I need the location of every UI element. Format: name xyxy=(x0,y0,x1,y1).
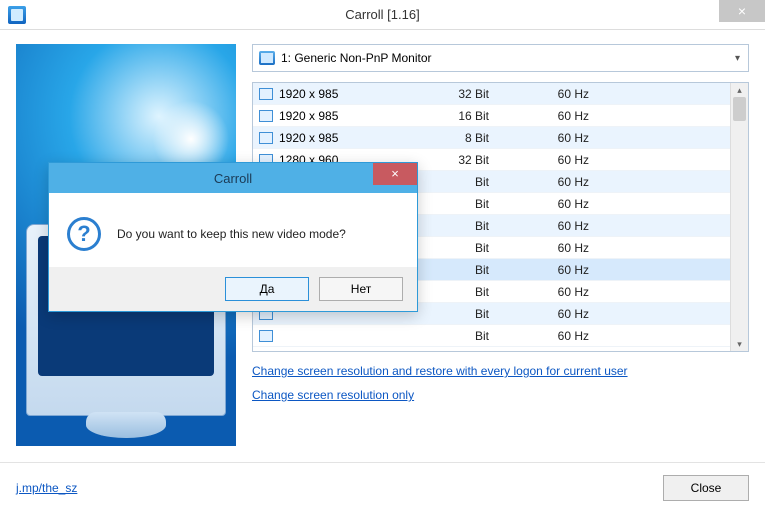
resolution-row[interactable]: Bit60 Hz xyxy=(253,325,730,347)
monitor-select-value: 1: Generic Non-PnP Monitor xyxy=(281,51,432,65)
link-change-only[interactable]: Change screen resolution only xyxy=(252,388,749,402)
refresh-rate-value: 60 Hz xyxy=(529,241,639,255)
dialog-message: Do you want to keep this new video mode? xyxy=(117,227,346,241)
resolution-value: 1920 x 985 xyxy=(279,131,419,145)
resolution-row[interactable]: 1920 x 98532 Bit60 Hz xyxy=(253,83,730,105)
dialog-title: Carroll xyxy=(49,171,417,186)
bit-depth-value: 32 Bit xyxy=(419,153,529,167)
bit-depth-value: Bit xyxy=(419,241,529,255)
window-titlebar: Carroll [1.16] × xyxy=(0,0,765,30)
no-button[interactable]: Нет xyxy=(319,277,403,301)
refresh-rate-value: 60 Hz xyxy=(529,329,639,343)
close-button[interactable]: Close xyxy=(663,475,749,501)
bit-depth-value: Bit xyxy=(419,329,529,343)
refresh-rate-value: 60 Hz xyxy=(529,131,639,145)
scrollbar[interactable]: ▴ ▾ xyxy=(730,83,748,351)
bit-depth-value: 16 Bit xyxy=(419,109,529,123)
window-title: Carroll [1.16] xyxy=(0,7,765,22)
monitor-icon xyxy=(259,51,275,65)
resolution-row[interactable]: 1920 x 98516 Bit60 Hz xyxy=(253,105,730,127)
site-link[interactable]: j.mp/the_sz xyxy=(16,481,77,495)
confirm-dialog: Carroll × ? Do you want to keep this new… xyxy=(48,162,418,312)
question-icon: ? xyxy=(67,217,101,251)
bit-depth-value: Bit xyxy=(419,219,529,233)
refresh-rate-value: 60 Hz xyxy=(529,285,639,299)
bit-depth-value: 8 Bit xyxy=(419,131,529,145)
refresh-rate-value: 60 Hz xyxy=(529,307,639,321)
bit-depth-value: Bit xyxy=(419,197,529,211)
resolution-icon xyxy=(259,330,273,342)
window-close-button[interactable]: × xyxy=(719,0,765,22)
dialog-body: ? Do you want to keep this new video mod… xyxy=(49,193,417,267)
dialog-close-button[interactable]: × xyxy=(373,163,417,185)
resolution-icon xyxy=(259,132,273,144)
refresh-rate-value: 60 Hz xyxy=(529,263,639,277)
scroll-up-icon[interactable]: ▴ xyxy=(731,83,748,97)
refresh-rate-value: 60 Hz xyxy=(529,175,639,189)
resolution-icon xyxy=(259,88,273,100)
scroll-down-icon[interactable]: ▾ xyxy=(731,337,748,351)
refresh-rate-value: 60 Hz xyxy=(529,87,639,101)
bit-depth-value: Bit xyxy=(419,285,529,299)
scroll-thumb[interactable] xyxy=(733,97,746,121)
yes-button[interactable]: Да xyxy=(225,277,309,301)
dialog-titlebar: Carroll × xyxy=(49,163,417,193)
resolution-value: 1920 x 985 xyxy=(279,109,419,123)
footer: j.mp/the_sz Close xyxy=(0,462,765,512)
refresh-rate-value: 60 Hz xyxy=(529,109,639,123)
dialog-footer: Да Нет xyxy=(49,267,417,311)
resolution-value: 1920 x 985 xyxy=(279,87,419,101)
refresh-rate-value: 60 Hz xyxy=(529,197,639,211)
refresh-rate-value: 60 Hz xyxy=(529,219,639,233)
link-change-and-restore[interactable]: Change screen resolution and restore wit… xyxy=(252,364,749,378)
bit-depth-value: Bit xyxy=(419,263,529,277)
refresh-rate-value: 60 Hz xyxy=(529,153,639,167)
resolution-icon xyxy=(259,110,273,122)
bit-depth-value: 32 Bit xyxy=(419,87,529,101)
action-links: Change screen resolution and restore wit… xyxy=(252,364,749,412)
monitor-select[interactable]: 1: Generic Non-PnP Monitor ▾ xyxy=(252,44,749,72)
bit-depth-value: Bit xyxy=(419,175,529,189)
resolution-row[interactable]: 1920 x 9858 Bit60 Hz xyxy=(253,127,730,149)
chevron-down-icon: ▾ xyxy=(735,53,740,64)
bit-depth-value: Bit xyxy=(419,307,529,321)
